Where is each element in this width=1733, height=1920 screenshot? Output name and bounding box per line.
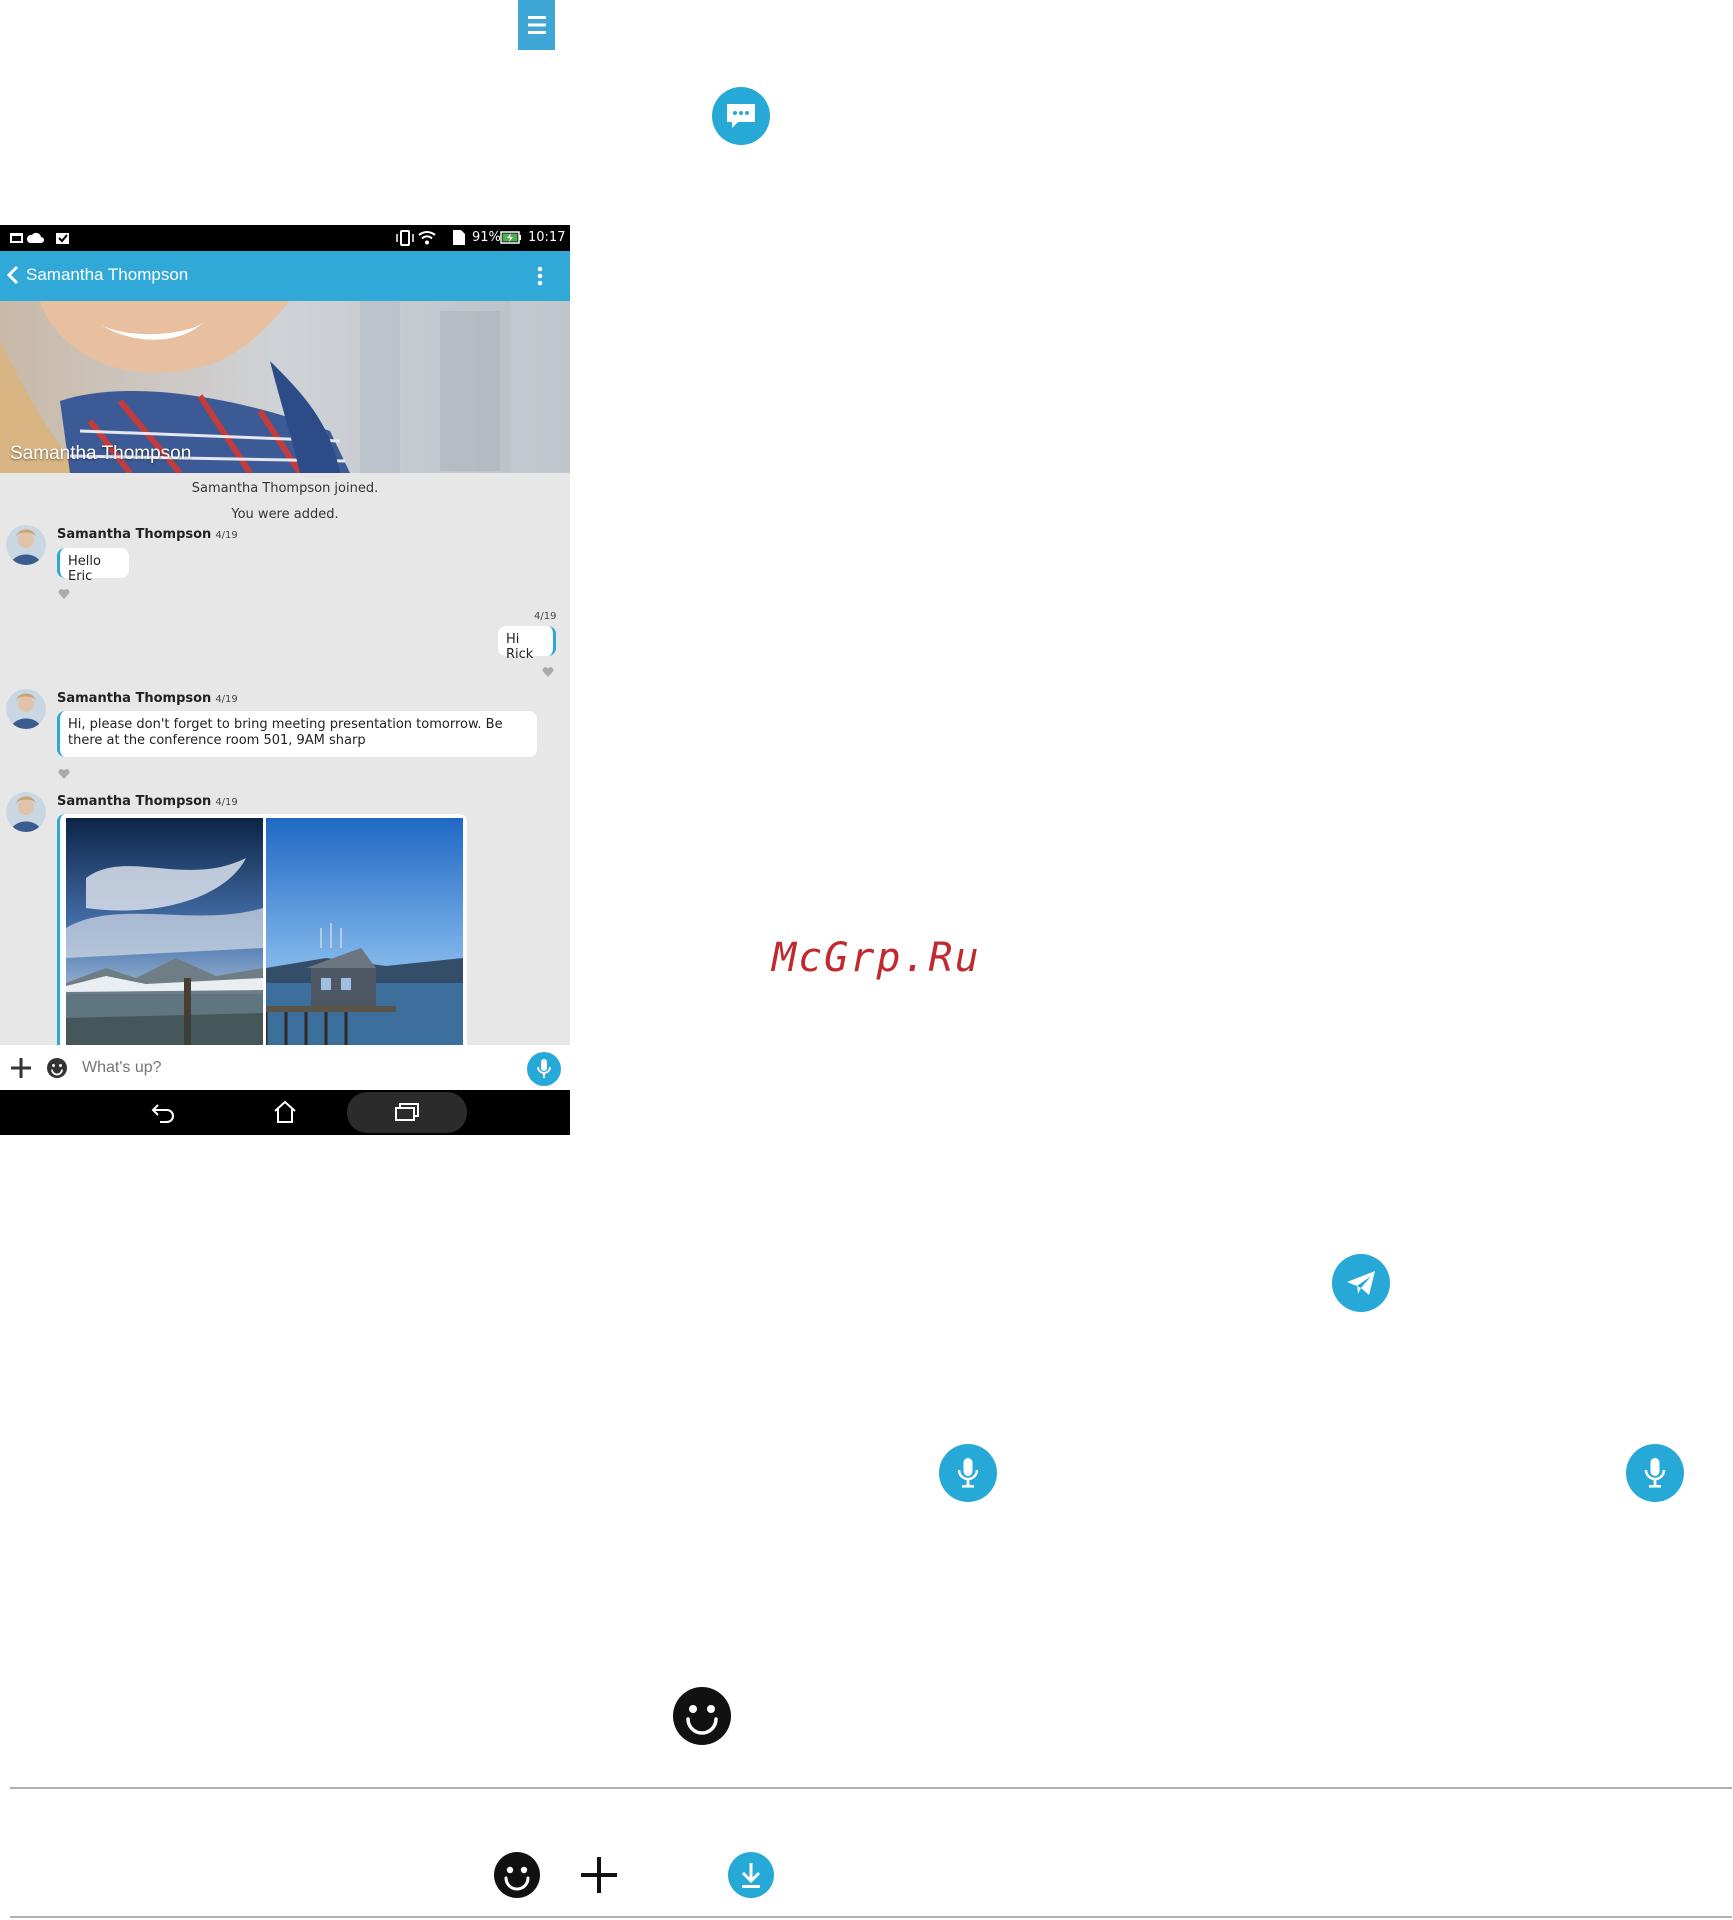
plus-icon[interactable] [10,1057,32,1079]
menu-icon [518,0,555,50]
section-divider [10,1916,1732,1918]
sender-avatar[interactable] [6,525,46,565]
mic-button[interactable] [527,1052,561,1086]
message-date: 4/19 [215,797,238,808]
section-divider [10,1787,1732,1789]
send-plane-icon [1332,1254,1390,1312]
battery-percent: 91% [472,230,501,245]
incoming-message-bubble[interactable]: Hello Eric [57,548,129,584]
emoji-icon [494,1852,540,1898]
like-heart-icon[interactable] [58,769,70,779]
message-sender: Samantha Thompson 4/19 [57,794,238,809]
contact-cover-photo: Samantha Thompson [0,301,570,473]
chat-thread: Samantha Thompson joined. You were added… [0,473,570,1135]
message-date: 4/19 [215,694,238,705]
mic-icon [939,1444,997,1502]
message-input-bar [0,1045,570,1090]
outgoing-message-bubble[interactable]: Hi Rick [498,626,556,662]
system-message: You were added. [231,507,339,522]
wifi-icon [418,231,436,245]
emoji-icon [673,1687,731,1745]
like-heart-icon[interactable] [542,667,554,677]
back-chevron-icon[interactable] [6,265,20,285]
phone-screenshot: 91% 10:17 Samantha Thompson Samantha Tho… [0,225,570,1135]
notification-icons [10,232,69,244]
like-heart-icon[interactable] [58,589,70,599]
chat-bubble-icon [712,87,770,145]
mic-icon [1626,1444,1684,1502]
cover-contact-name: Samantha Thompson [10,443,192,464]
clock: 10:17 [528,230,566,245]
photo-message-bubble[interactable] [57,814,467,1054]
sender-avatar[interactable] [6,689,46,729]
sender-avatar[interactable] [6,792,46,832]
sim-icon [453,230,465,245]
system-message: Samantha Thompson joined. [191,481,379,496]
message-date: 4/19 [215,530,238,541]
message-sender: Samantha Thompson 4/19 [57,691,238,706]
status-bar: 91% 10:17 [0,225,570,251]
home-nav-icon[interactable] [272,1100,298,1124]
back-nav-icon[interactable] [150,1102,176,1124]
message-input[interactable] [80,1053,414,1083]
message-date: 4/19 [534,611,557,622]
shared-photo-lake[interactable] [66,818,263,1054]
plus-icon [581,1857,617,1893]
overflow-menu-icon[interactable] [536,265,544,287]
message-sender: Samantha Thompson 4/19 [57,527,238,542]
recent-apps-nav-icon[interactable] [394,1102,420,1122]
download-icon [728,1852,774,1898]
navigation-bar [0,1090,570,1135]
vibrate-icon [396,230,414,246]
app-bar-title: Samantha Thompson [26,265,189,284]
shared-photo-pier[interactable] [266,818,463,1054]
incoming-message-bubble[interactable]: Hi, please don't forget to bring meeting… [57,711,537,757]
battery-icon [500,231,521,244]
emoji-icon[interactable] [46,1057,68,1079]
watermark-text: McGrp.Ru [772,935,981,981]
